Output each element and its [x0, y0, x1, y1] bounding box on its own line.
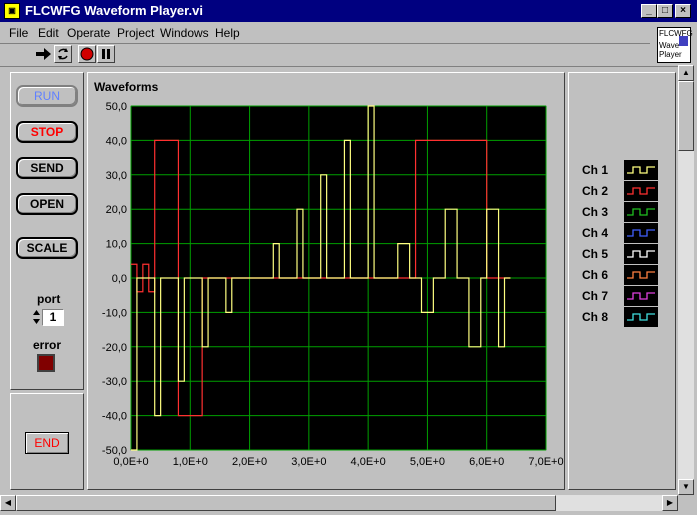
minimize-icon[interactable]: _	[641, 4, 657, 18]
legend-swatch[interactable]	[624, 244, 658, 264]
scroll-down-icon[interactable]: ▼	[678, 479, 694, 495]
error-label: error	[33, 338, 62, 352]
x-tick-label: 3,0E+0	[291, 456, 326, 468]
vi-icon-line2: Wave	[659, 41, 680, 50]
legend-label: Ch 7	[582, 289, 609, 303]
abort-icon[interactable]	[78, 45, 96, 63]
legend-label: Ch 3	[582, 205, 609, 219]
menu-project[interactable]: Project	[117, 26, 154, 40]
x-tick-label: 2,0E+0	[232, 456, 267, 468]
hscroll-thumb[interactable]	[16, 495, 556, 511]
x-tick-label: 4,0E+0	[351, 456, 386, 468]
stop-button[interactable]: STOP	[16, 121, 78, 143]
horizontal-scrollbar[interactable]: ◀ ▶	[0, 495, 678, 511]
y-tick-label: 0,0	[112, 273, 127, 285]
control-panel: RUN STOP SEND OPEN SCALE port 1 error	[10, 72, 84, 390]
y-tick-label: 30,0	[106, 170, 127, 182]
menu-bar: File Edit Operate Project Windows Help	[0, 23, 650, 43]
maximize-icon[interactable]: □	[657, 4, 673, 18]
pause-icon[interactable]	[97, 45, 115, 63]
legend-label: Ch 4	[582, 226, 609, 240]
legend-swatch[interactable]	[624, 202, 658, 222]
port-value[interactable]: 1	[42, 309, 64, 326]
close-icon[interactable]: ×	[675, 4, 691, 18]
scale-button[interactable]: SCALE	[16, 237, 78, 259]
menu-edit[interactable]: Edit	[38, 26, 59, 40]
vi-icon-line3: Player	[659, 50, 682, 59]
x-tick-label: 5,0E+0	[410, 456, 445, 468]
run-button[interactable]: RUN	[16, 85, 78, 107]
title-bar[interactable]: ▣ FLCWFG Waveform Player.vi _ □ ×	[0, 0, 697, 22]
legend-label: Ch 1	[582, 163, 609, 177]
scroll-right-icon[interactable]: ▶	[662, 495, 678, 511]
scroll-thumb[interactable]	[678, 81, 694, 151]
toolbar-divider	[0, 66, 678, 67]
legend-swatch[interactable]	[624, 265, 658, 285]
error-led	[37, 354, 55, 372]
y-tick-label: -30,0	[102, 376, 127, 388]
legend-swatch[interactable]	[624, 286, 658, 306]
legend-swatch[interactable]	[624, 181, 658, 201]
vertical-scrollbar[interactable]: ▲ ▼	[678, 65, 694, 495]
vi-icon[interactable]: FLCWFG Wave Player	[657, 27, 693, 63]
port-stepper[interactable]	[32, 309, 41, 325]
x-tick-label: 1,0E+0	[173, 456, 208, 468]
run-continuous-icon[interactable]	[54, 45, 72, 63]
legend-swatch[interactable]	[624, 160, 658, 180]
legend-label: Ch 2	[582, 184, 609, 198]
waveform-graph-panel: Waveforms 0,0E+0 1,0E+0 2,0E+0 3,0E+0 4,0E+0…	[87, 72, 565, 490]
size-grip	[678, 495, 694, 511]
scroll-up-icon[interactable]: ▲	[678, 65, 694, 81]
legend-swatch[interactable]	[624, 307, 658, 327]
y-tick-label: 10,0	[106, 239, 127, 251]
window-title: FLCWFG Waveform Player.vi	[25, 3, 203, 18]
menu-operate[interactable]: Operate	[67, 26, 110, 40]
y-tick-label: -20,0	[102, 342, 127, 354]
menu-file[interactable]: File	[9, 26, 28, 40]
floppy-icon	[679, 36, 688, 46]
x-tick-label: 0,0E+0	[113, 456, 148, 468]
waveform-chart: 0,0E+0 1,0E+0 2,0E+0 3,0E+0 4,0E+0 5,0E+0 6,0E…	[102, 101, 564, 468]
legend-label: Ch 5	[582, 247, 609, 261]
legend-label: Ch 6	[582, 268, 609, 282]
toolbar	[0, 43, 650, 65]
plot-legend-panel: Ch 1 Ch 2 Ch 3 Ch 4 Ch 5 Ch 6 Ch 7 Ch 8	[568, 72, 676, 490]
end-button[interactable]: END	[25, 432, 69, 454]
y-tick-label: -10,0	[102, 307, 127, 319]
open-button[interactable]: OPEN	[16, 193, 78, 215]
end-panel: END	[10, 393, 84, 490]
app-icon[interactable]: ▣	[4, 3, 20, 19]
y-tick-label: -40,0	[102, 411, 127, 423]
y-tick-label: 40,0	[106, 135, 127, 147]
menu-windows[interactable]: Windows	[160, 26, 209, 40]
y-tick-label: 50,0	[106, 101, 127, 113]
run-arrow-icon[interactable]	[35, 45, 53, 63]
send-button[interactable]: SEND	[16, 157, 78, 179]
y-tick-label: -50,0	[102, 445, 127, 457]
x-tick-label: 7,0E+0	[528, 456, 563, 468]
menu-help[interactable]: Help	[215, 26, 240, 40]
x-tick-label: 6,0E+0	[469, 456, 504, 468]
legend-swatch[interactable]	[624, 223, 658, 243]
port-label: port	[37, 292, 61, 306]
y-tick-label: 20,0	[106, 204, 127, 216]
legend-label: Ch 8	[582, 310, 609, 324]
scroll-left-icon[interactable]: ◀	[0, 495, 16, 511]
